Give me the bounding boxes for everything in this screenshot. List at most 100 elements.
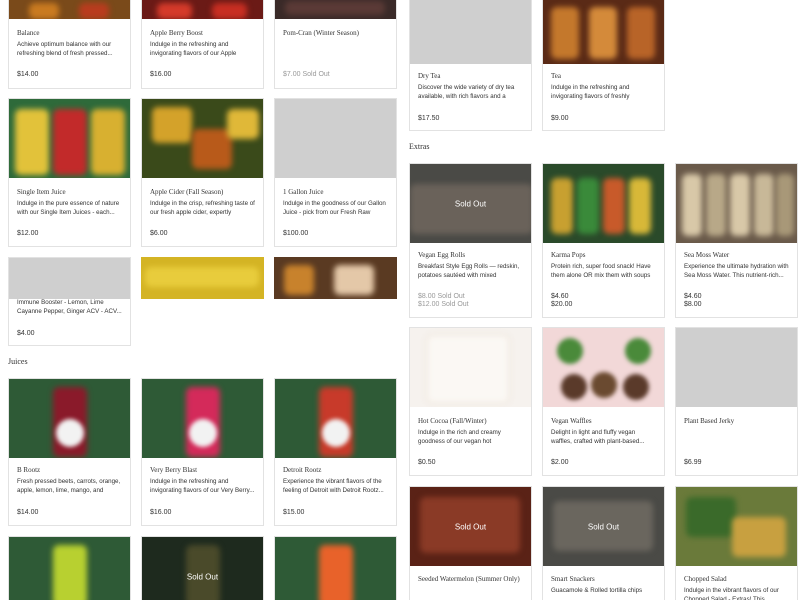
product-title[interactable]: Apple Berry Boost xyxy=(150,29,257,37)
product-image[interactable] xyxy=(141,257,264,299)
product-description: Immune Booster - Lemon, Lime Cayanne Pep… xyxy=(17,299,122,315)
product-card-apple-cider[interactable]: Apple Cider (Fall Season) Indulge in the… xyxy=(141,98,264,247)
product-card-smart-snackers[interactable]: Sold Out Smart Snackers Guacamole & Roll… xyxy=(542,486,665,600)
price-value: $12.00 xyxy=(418,301,440,308)
product-image[interactable] xyxy=(275,99,396,178)
product-image[interactable] xyxy=(543,0,664,64)
product-price: $7.00 Sold Out xyxy=(283,71,330,78)
product-title[interactable]: Pom-Cran (Winter Season) xyxy=(283,29,390,37)
product-price: $14.00 xyxy=(17,71,39,78)
product-image[interactable] xyxy=(9,99,130,178)
product-image[interactable]: Sold Out xyxy=(543,487,664,566)
product-card-bottom-1[interactable] xyxy=(8,536,131,600)
product-image[interactable] xyxy=(676,487,797,566)
product-image[interactable] xyxy=(543,164,664,243)
product-image[interactable] xyxy=(142,379,263,458)
product-card-seeded-watermelon[interactable]: Sold Out Seeded Watermelon (Summer Only) xyxy=(409,486,532,600)
product-price: $14.00 xyxy=(17,509,39,516)
product-image[interactable] xyxy=(410,0,531,64)
product-card-bottom-3[interactable] xyxy=(274,536,397,600)
product-price: $4.60 xyxy=(684,293,702,300)
product-card-vegan-egg-rolls[interactable]: Sold Out Vegan Egg Rolls Breakfast Style… xyxy=(409,163,532,318)
product-description: Indulge in the goodness of our Gallon Ju… xyxy=(283,200,386,216)
product-image[interactable] xyxy=(275,537,396,600)
product-description: Breakfast Style Egg Rolls — redskin, pot… xyxy=(418,263,520,279)
product-card-hot-cocoa[interactable]: Hot Cocoa (Fall/Winter) Indulge in the r… xyxy=(409,327,532,476)
product-card-very-berry-blast[interactable]: Very Berry Blast Indulge in the refreshi… xyxy=(141,378,264,526)
product-image[interactable] xyxy=(676,164,797,243)
product-card-partial-2[interactable] xyxy=(274,257,397,299)
product-title[interactable]: Balance xyxy=(17,29,124,37)
product-title[interactable]: Sea Moss Water xyxy=(684,251,791,259)
product-card-detroit-rootz[interactable]: Detroit Rootz Experience the vibrant fla… xyxy=(274,378,397,526)
product-image[interactable] xyxy=(543,328,664,407)
product-card-dry-tea[interactable]: Dry Tea Discover the wide variety of dry… xyxy=(409,0,532,131)
sold-out-overlay: Sold Out xyxy=(186,572,219,582)
product-card-pom-cran[interactable]: Pom-Cran (Winter Season) $7.00 Sold Out xyxy=(274,0,397,89)
product-title[interactable]: Seeded Watermelon (Summer Only) xyxy=(418,575,525,583)
product-description: Discover the wide variety of dry tea ava… xyxy=(418,84,515,100)
product-card-bottom-2[interactable]: Sold Out xyxy=(141,536,264,600)
product-title[interactable]: Single Item Juice xyxy=(17,188,124,196)
product-image[interactable] xyxy=(9,379,130,458)
product-title[interactable]: Dry Tea xyxy=(418,72,525,80)
product-title[interactable]: 1 Gallon Juice xyxy=(283,188,390,196)
product-title[interactable]: B Rootz xyxy=(17,466,124,474)
product-card-immune-booster[interactable]: Immune Booster - Lemon, Lime Cayanne Pep… xyxy=(8,257,131,346)
product-image[interactable] xyxy=(676,328,797,407)
product-price: $4.60 xyxy=(551,293,569,300)
product-image[interactable] xyxy=(275,0,396,19)
product-image[interactable] xyxy=(142,99,263,178)
product-description: Fresh pressed beets, carrots, orange, ap… xyxy=(17,478,121,494)
product-image[interactable] xyxy=(274,257,397,299)
product-title[interactable]: Smart Snackers xyxy=(551,575,658,583)
product-card-chopped-salad[interactable]: Chopped Salad Indulge in the vibrant fla… xyxy=(675,486,798,600)
product-title[interactable]: Hot Cocoa (Fall/Winter) xyxy=(418,417,525,425)
product-card-balance[interactable]: Balance Achieve optimum balance with our… xyxy=(8,0,131,89)
product-image[interactable]: Sold Out xyxy=(410,164,531,243)
product-description: Indulge in the rich and creamy goodness … xyxy=(418,429,501,445)
product-image[interactable] xyxy=(9,0,130,19)
product-card-karma-pops[interactable]: Karma Pops Protein rich, super food snac… xyxy=(542,163,665,318)
product-card-tea[interactable]: Tea Indulge in the refreshing and invigo… xyxy=(542,0,665,131)
product-title[interactable]: Vegan Waffles xyxy=(551,417,658,425)
product-card-apple-berry-boost[interactable]: Apple Berry Boost Indulge in the refresh… xyxy=(141,0,264,89)
product-card-vegan-waffles[interactable]: Vegan Waffles Delight in light and fluff… xyxy=(542,327,665,476)
sold-out-label: Sold Out xyxy=(441,301,469,308)
product-image[interactable] xyxy=(142,0,263,19)
product-title[interactable]: Karma Pops xyxy=(551,251,658,259)
product-price: $9.00 xyxy=(551,115,569,122)
product-card-partial-1[interactable] xyxy=(141,257,264,299)
product-image[interactable] xyxy=(9,258,130,299)
section-heading-juices: Juices xyxy=(8,357,28,366)
product-title[interactable]: Plant Based Jerky xyxy=(684,417,791,425)
sold-out-label: Sold Out xyxy=(437,293,465,300)
product-price: $16.00 xyxy=(150,71,172,78)
product-description: Indulge in the refreshing and invigorati… xyxy=(150,478,255,494)
product-card-plant-based-jerky[interactable]: Plant Based Jerky $6.99 xyxy=(675,327,798,476)
product-price: $2.00 xyxy=(551,459,569,466)
product-price: $15.00 xyxy=(283,509,305,516)
sold-out-overlay: Sold Out xyxy=(454,522,487,531)
product-image[interactable] xyxy=(9,537,130,600)
product-card-gallon-juice[interactable]: 1 Gallon Juice Indulge in the goodness o… xyxy=(274,98,397,247)
product-card-b-rootz[interactable]: B Rootz Fresh pressed beets, carrots, or… xyxy=(8,378,131,526)
product-description: Indulge in the crisp, refreshing taste o… xyxy=(150,200,255,216)
product-image[interactable]: Sold Out xyxy=(410,487,531,566)
product-description: Indulge in the refreshing and invigorati… xyxy=(150,41,237,57)
product-price: $100.00 xyxy=(283,230,309,237)
product-card-sea-moss-water[interactable]: Sea Moss Water Experience the ultimate h… xyxy=(675,163,798,318)
product-title[interactable]: Apple Cider (Fall Season) xyxy=(150,188,257,196)
product-card-single-item-juice[interactable]: Single Item Juice Indulge in the pure es… xyxy=(8,98,131,247)
product-title[interactable]: Vegan Egg Rolls xyxy=(418,251,525,259)
product-image[interactable] xyxy=(410,328,531,407)
product-image[interactable] xyxy=(275,379,396,458)
product-title[interactable]: Tea xyxy=(551,72,658,80)
product-title[interactable]: Chopped Salad xyxy=(684,575,791,583)
product-price-alt: $20.00 xyxy=(551,301,573,308)
product-title[interactable]: Detroit Rootz xyxy=(283,466,390,474)
product-description: Experience the vibrant flavors of the fe… xyxy=(283,478,384,494)
product-price: $17.50 xyxy=(418,115,440,122)
product-title[interactable]: Very Berry Blast xyxy=(150,466,257,474)
product-image[interactable]: Sold Out xyxy=(142,537,263,600)
